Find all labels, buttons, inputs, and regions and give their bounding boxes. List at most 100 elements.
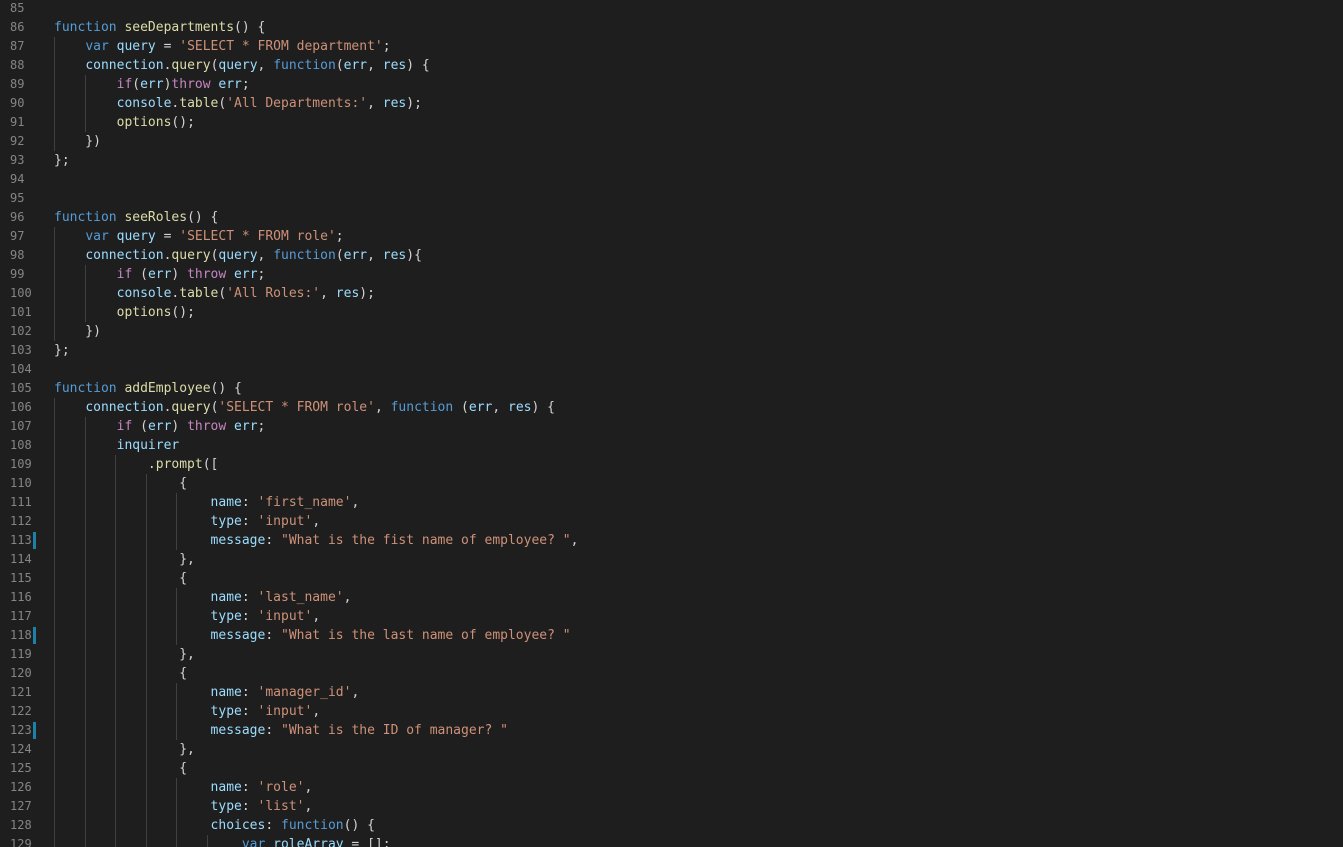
- code-line[interactable]: 108 inquirer: [0, 436, 1343, 455]
- code-line[interactable]: 93};: [0, 151, 1343, 170]
- code-text[interactable]: function seeRoles() {: [54, 208, 218, 227]
- code-text[interactable]: type: 'input',: [54, 512, 321, 531]
- code-line[interactable]: 94: [0, 170, 1343, 189]
- code-line[interactable]: 115 {: [0, 569, 1343, 588]
- line-number: 110: [10, 476, 32, 490]
- code-token: if: [116, 77, 133, 92]
- code-text[interactable]: {: [54, 759, 187, 778]
- code-token: message: [210, 723, 266, 738]
- code-line[interactable]: 112 type: 'input',: [0, 512, 1343, 531]
- code-line[interactable]: 109 .prompt([: [0, 455, 1343, 474]
- code-text[interactable]: choices: function() {: [54, 816, 375, 835]
- code-text[interactable]: {: [54, 474, 187, 493]
- code-line[interactable]: 102 }): [0, 322, 1343, 341]
- code-token: {: [54, 666, 188, 681]
- code-line[interactable]: 114 },: [0, 550, 1343, 569]
- code-line[interactable]: 116 name: 'last_name',: [0, 588, 1343, 607]
- code-text[interactable]: }): [54, 322, 101, 341]
- code-line[interactable]: 124 },: [0, 740, 1343, 759]
- code-text[interactable]: type: 'input',: [54, 702, 321, 721]
- code-text[interactable]: console.table('All Departments:', res);: [54, 94, 422, 113]
- code-line[interactable]: 121 name: 'manager_id',: [0, 683, 1343, 702]
- code-line[interactable]: 127 type: 'list',: [0, 797, 1343, 816]
- code-line[interactable]: 122 type: 'input',: [0, 702, 1343, 721]
- code-line[interactable]: 95: [0, 189, 1343, 208]
- code-line[interactable]: 126 name: 'role',: [0, 778, 1343, 797]
- code-text[interactable]: };: [54, 151, 70, 170]
- code-text[interactable]: name: 'role',: [54, 778, 313, 797]
- code-line[interactable]: 86 function seeDepartments() {: [0, 18, 1343, 37]
- line-number: 113: [10, 533, 32, 547]
- code-text[interactable]: connection.query(query, function(err, re…: [54, 246, 422, 265]
- code-line[interactable]: 107 if (err) throw err;: [0, 417, 1343, 436]
- code-text[interactable]: message: "What is the ID of manager? ": [54, 721, 508, 740]
- code-text[interactable]: connection.query(query, function(err, re…: [54, 56, 429, 75]
- code-line[interactable]: 123 message: "What is the ID of manager?…: [0, 721, 1343, 740]
- code-text[interactable]: var roleArray = [];: [54, 835, 391, 847]
- code-text[interactable]: name: 'last_name',: [54, 588, 352, 607]
- code-text[interactable]: message: "What is the last name of emplo…: [54, 626, 571, 645]
- code-text[interactable]: {: [54, 569, 187, 588]
- code-line[interactable]: 119 },: [0, 645, 1343, 664]
- code-line[interactable]: 104: [0, 360, 1343, 379]
- code-text[interactable]: },: [54, 740, 195, 759]
- code-line[interactable]: 111 name: 'first_name',: [0, 493, 1343, 512]
- code-line[interactable]: 96 function seeRoles() {: [0, 208, 1343, 227]
- line-number: 105: [10, 381, 32, 395]
- code-line[interactable]: 120 {: [0, 664, 1343, 683]
- code-text[interactable]: console.table('All Roles:', res);: [54, 284, 375, 303]
- code-line[interactable]: 110 {: [0, 474, 1343, 493]
- code-line[interactable]: 106 connection.query('SELECT * FROM role…: [0, 398, 1343, 417]
- code-text[interactable]: if(err)throw err;: [54, 75, 250, 94]
- code-line[interactable]: 118 message: "What is the last name of e…: [0, 626, 1343, 645]
- code-lines[interactable]: 85 86 function seeDepartments() {87 var qu…: [0, 0, 1343, 847]
- code-text[interactable]: message: "What is the fist name of emplo…: [54, 531, 579, 550]
- code-line[interactable]: 88 connection.query(query, function(err,…: [0, 56, 1343, 75]
- code-line[interactable]: 103};: [0, 341, 1343, 360]
- code-text[interactable]: options();: [54, 303, 195, 322]
- code-line[interactable]: 87 var query = 'SELECT * FROM department…: [0, 37, 1343, 56]
- code-text[interactable]: var query = 'SELECT * FROM department';: [54, 37, 390, 56]
- code-line[interactable]: 91 options();: [0, 113, 1343, 132]
- code-editor[interactable]: 85 86 function seeDepartments() {87 var qu…: [0, 0, 1343, 847]
- code-line[interactable]: 125 {: [0, 759, 1343, 778]
- code-line[interactable]: 113 message: "What is the fist name of e…: [0, 531, 1343, 550]
- code-text[interactable]: options();: [54, 113, 195, 132]
- code-line[interactable]: 100 console.table('All Roles:', res);: [0, 284, 1343, 303]
- code-line[interactable]: 99 if (err) throw err;: [0, 265, 1343, 284]
- code-line[interactable]: 97 var query = 'SELECT * FROM role';: [0, 227, 1343, 246]
- code-text[interactable]: function addEmployee() {: [54, 379, 242, 398]
- code-text[interactable]: }): [54, 132, 101, 151]
- code-token: err: [218, 77, 242, 92]
- code-line[interactable]: 98 connection.query(query, function(err,…: [0, 246, 1343, 265]
- code-text[interactable]: connection.query('SELECT * FROM role', f…: [54, 398, 555, 417]
- code-token: }): [54, 134, 101, 149]
- code-line[interactable]: 101 options();: [0, 303, 1343, 322]
- code-text[interactable]: },: [54, 550, 195, 569]
- code-text[interactable]: type: 'input',: [54, 607, 321, 626]
- code-line[interactable]: 85: [0, 0, 1343, 18]
- code-line[interactable]: 92 }): [0, 132, 1343, 151]
- code-text[interactable]: var query = 'SELECT * FROM role';: [54, 227, 343, 246]
- code-text[interactable]: inquirer: [54, 436, 180, 455]
- code-text[interactable]: .prompt([: [54, 455, 218, 474]
- code-line[interactable]: 128 choices: function() {: [0, 816, 1343, 835]
- code-text[interactable]: if (err) throw err;: [54, 417, 266, 436]
- code-line[interactable]: 105 function addEmployee() {: [0, 379, 1343, 398]
- code-text[interactable]: type: 'list',: [54, 797, 313, 816]
- code-text[interactable]: name: 'first_name',: [54, 493, 360, 512]
- code-line[interactable]: 129 var roleArray = [];: [0, 835, 1343, 847]
- code-text[interactable]: {: [54, 664, 187, 683]
- code-text[interactable]: };: [54, 341, 70, 360]
- code-line[interactable]: 117 type: 'input',: [0, 607, 1343, 626]
- code-text[interactable]: },: [54, 645, 195, 664]
- code-text[interactable]: if (err) throw err;: [54, 265, 266, 284]
- code-line[interactable]: 90 console.table('All Departments:', res…: [0, 94, 1343, 113]
- code-text[interactable]: name: 'manager_id',: [54, 683, 360, 702]
- code-line[interactable]: 89 if(err)throw err;: [0, 75, 1343, 94]
- modified-line-marker: [33, 627, 36, 644]
- code-text[interactable]: function seeDepartments() {: [54, 18, 265, 37]
